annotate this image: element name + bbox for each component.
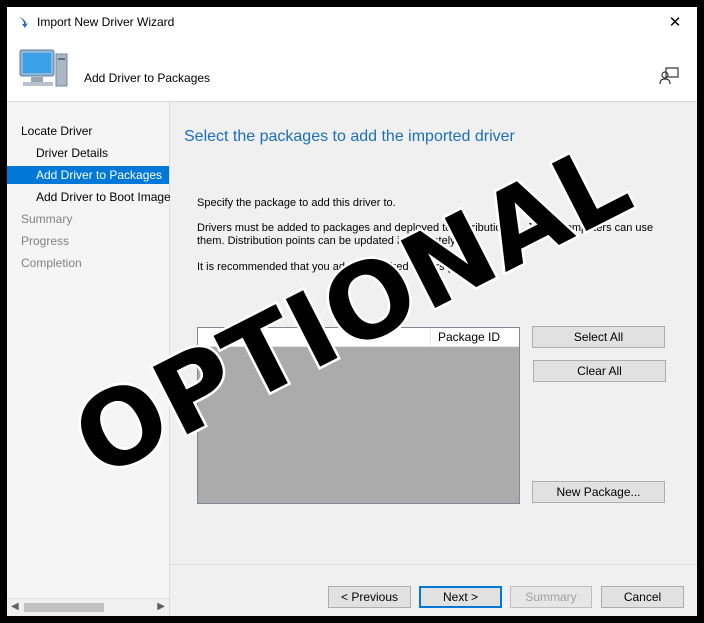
computer-icon bbox=[19, 49, 68, 87]
description-text: Drivers must be added to packages and de… bbox=[197, 222, 654, 247]
close-button[interactable]: ✕ bbox=[653, 7, 697, 38]
table-header: Name Package ID bbox=[198, 328, 519, 347]
sidebar-item-summary[interactable]: Summary bbox=[21, 210, 72, 228]
sidebar-horizontal-scrollbar[interactable]: ◀ ▶ bbox=[7, 598, 169, 616]
wizard-header: Add Driver to Packages bbox=[7, 38, 697, 102]
window-title: Import New Driver Wizard bbox=[37, 15, 175, 29]
checkbox-column-header[interactable] bbox=[198, 328, 220, 346]
select-all-button[interactable]: Select All bbox=[532, 326, 665, 348]
previous-button[interactable]: < Previous bbox=[328, 586, 411, 608]
wizard-sidebar: Locate Driver Driver Details Add Driver … bbox=[7, 102, 171, 616]
help-person-icon[interactable] bbox=[658, 66, 680, 86]
page-title: Select the packages to add the imported … bbox=[184, 128, 515, 145]
recommendation-text: It is recommended that you add all requi… bbox=[197, 261, 463, 273]
sidebar-item-progress[interactable]: Progress bbox=[21, 232, 69, 250]
header-title: Add Driver to Packages bbox=[84, 71, 211, 85]
column-header-package-id[interactable]: Package ID bbox=[438, 330, 500, 344]
column-divider[interactable] bbox=[430, 328, 431, 346]
sidebar-item-add-driver-to-boot-image[interactable]: Add Driver to Boot Image bbox=[36, 188, 171, 206]
sidebar-item-add-driver-to-packages[interactable]: Add Driver to Packages bbox=[7, 166, 169, 184]
instruction-text: Specify the package to add this driver t… bbox=[197, 197, 396, 209]
wizard-arrow-icon bbox=[19, 17, 28, 28]
title-bar: Import New Driver Wizard ✕ bbox=[7, 7, 697, 38]
footer-divider bbox=[170, 564, 697, 565]
cancel-button[interactable]: Cancel bbox=[601, 586, 684, 608]
scrollbar-thumb[interactable] bbox=[24, 603, 104, 612]
column-header-name[interactable]: Name bbox=[226, 330, 258, 344]
sidebar-item-locate-driver[interactable]: Locate Driver bbox=[21, 122, 92, 140]
new-package-button[interactable]: New Package... bbox=[532, 481, 665, 503]
scroll-left-icon[interactable]: ◀ bbox=[11, 601, 19, 612]
wizard-main-panel: Select the packages to add the imported … bbox=[170, 102, 697, 616]
scroll-right-icon[interactable]: ▶ bbox=[157, 601, 165, 612]
wizard-window: Import New Driver Wizard ✕ Add Driver to… bbox=[7, 7, 697, 616]
next-button[interactable]: Next > bbox=[419, 586, 502, 608]
clear-all-button[interactable]: Clear All bbox=[533, 360, 666, 382]
sidebar-item-driver-details[interactable]: Driver Details bbox=[36, 144, 108, 162]
sidebar-item-completion[interactable]: Completion bbox=[21, 254, 82, 272]
summary-button[interactable]: Summary bbox=[510, 586, 592, 608]
packages-table[interactable]: Name Package ID bbox=[197, 327, 520, 504]
